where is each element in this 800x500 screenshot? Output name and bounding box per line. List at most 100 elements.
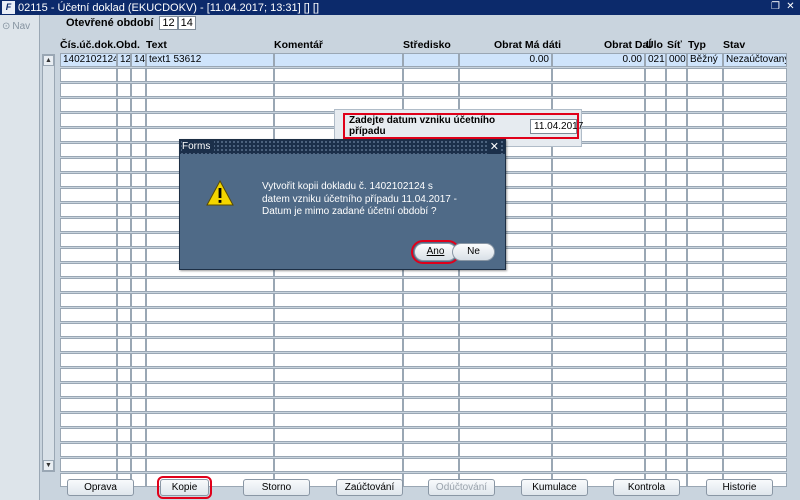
table-cell[interactable] xyxy=(117,128,131,142)
table-cell[interactable] xyxy=(131,398,146,412)
table-cell[interactable] xyxy=(666,248,687,262)
table-cell[interactable] xyxy=(459,428,552,442)
table-cell[interactable] xyxy=(552,218,645,232)
table-cell[interactable] xyxy=(117,338,131,352)
table-cell[interactable] xyxy=(723,398,787,412)
table-cell[interactable] xyxy=(666,353,687,367)
table-cell[interactable] xyxy=(146,458,274,472)
table-cell[interactable] xyxy=(687,218,723,232)
table-cell[interactable] xyxy=(687,158,723,172)
table-cell[interactable] xyxy=(666,143,687,157)
table-cell[interactable] xyxy=(552,263,645,277)
table-cell[interactable] xyxy=(723,143,787,157)
table-cell[interactable] xyxy=(131,158,146,172)
table-cell[interactable] xyxy=(131,458,146,472)
table-cell[interactable] xyxy=(274,413,403,427)
table-cell[interactable] xyxy=(274,83,403,97)
table-cell[interactable] xyxy=(459,83,552,97)
table-cell[interactable] xyxy=(645,98,666,112)
table-cell[interactable] xyxy=(60,143,117,157)
table-cell[interactable] xyxy=(60,218,117,232)
table-cell[interactable] xyxy=(131,113,146,127)
table-cell[interactable] xyxy=(666,338,687,352)
table-cell[interactable] xyxy=(60,113,117,127)
table-cell[interactable] xyxy=(645,68,666,82)
table-cell[interactable] xyxy=(146,98,274,112)
table-cell[interactable] xyxy=(146,68,274,82)
table-cell[interactable] xyxy=(645,458,666,472)
table-cell[interactable] xyxy=(552,308,645,322)
table-cell[interactable] xyxy=(552,233,645,247)
table-cell[interactable] xyxy=(146,368,274,382)
table-cell[interactable] xyxy=(552,428,645,442)
table-cell[interactable] xyxy=(666,368,687,382)
table-cell[interactable] xyxy=(645,233,666,247)
table-cell[interactable] xyxy=(274,368,403,382)
table-cell[interactable] xyxy=(131,443,146,457)
table-cell[interactable] xyxy=(459,338,552,352)
close-icon[interactable]: ✕ xyxy=(487,140,501,154)
table-cell[interactable] xyxy=(117,458,131,472)
table-cell[interactable] xyxy=(552,83,645,97)
table-cell[interactable] xyxy=(131,233,146,247)
no-button[interactable]: Ne xyxy=(452,243,495,261)
table-cell[interactable] xyxy=(687,398,723,412)
table-cell[interactable] xyxy=(723,338,787,352)
table-cell[interactable] xyxy=(687,248,723,262)
table-cell[interactable] xyxy=(60,173,117,187)
table-cell[interactable] xyxy=(687,383,723,397)
table-cell[interactable] xyxy=(687,203,723,217)
table-cell[interactable] xyxy=(723,173,787,187)
table-cell[interactable] xyxy=(723,458,787,472)
table-cell[interactable] xyxy=(723,383,787,397)
cell-komentar[interactable] xyxy=(274,53,403,67)
table-cell[interactable] xyxy=(117,308,131,322)
table-cell[interactable] xyxy=(117,68,131,82)
table-cell[interactable] xyxy=(403,413,459,427)
table-cell[interactable] xyxy=(723,128,787,142)
table-cell[interactable] xyxy=(645,398,666,412)
table-cell[interactable] xyxy=(552,248,645,262)
table-cell[interactable] xyxy=(60,398,117,412)
table-cell[interactable] xyxy=(146,113,274,127)
table-cell[interactable] xyxy=(60,68,117,82)
table-cell[interactable] xyxy=(687,83,723,97)
table-cell[interactable] xyxy=(645,383,666,397)
table-cell[interactable] xyxy=(274,428,403,442)
table-cell[interactable] xyxy=(459,368,552,382)
table-cell[interactable] xyxy=(403,383,459,397)
table-cell[interactable] xyxy=(645,413,666,427)
table-cell[interactable] xyxy=(687,143,723,157)
restore-icon[interactable]: ❐ xyxy=(770,1,781,12)
navigator-tab[interactable]: ⊙ Nav xyxy=(2,21,30,32)
table-cell[interactable] xyxy=(131,308,146,322)
yes-button[interactable]: Ano xyxy=(411,240,460,264)
table-cell[interactable] xyxy=(552,323,645,337)
table-cell[interactable] xyxy=(723,443,787,457)
table-cell[interactable] xyxy=(403,338,459,352)
table-cell[interactable] xyxy=(60,278,117,292)
open-period-field-2[interactable]: 14 xyxy=(177,16,196,30)
table-cell[interactable] xyxy=(403,398,459,412)
table-cell[interactable] xyxy=(60,443,117,457)
table-cell[interactable] xyxy=(146,293,274,307)
table-cell[interactable] xyxy=(274,323,403,337)
table-cell[interactable] xyxy=(131,428,146,442)
table-cell[interactable] xyxy=(60,293,117,307)
table-cell[interactable] xyxy=(666,263,687,277)
table-cell[interactable] xyxy=(274,383,403,397)
table-cell[interactable] xyxy=(403,368,459,382)
table-cell[interactable] xyxy=(117,188,131,202)
table-cell[interactable] xyxy=(403,83,459,97)
table-cell[interactable] xyxy=(552,413,645,427)
table-cell[interactable] xyxy=(645,158,666,172)
table-cell[interactable] xyxy=(131,368,146,382)
table-cell[interactable] xyxy=(552,203,645,217)
table-cell[interactable] xyxy=(459,323,552,337)
table-cell[interactable] xyxy=(131,353,146,367)
table-cell[interactable] xyxy=(666,188,687,202)
table-cell[interactable] xyxy=(459,413,552,427)
table-cell[interactable] xyxy=(117,143,131,157)
table-cell[interactable] xyxy=(645,218,666,232)
table-cell[interactable] xyxy=(666,83,687,97)
